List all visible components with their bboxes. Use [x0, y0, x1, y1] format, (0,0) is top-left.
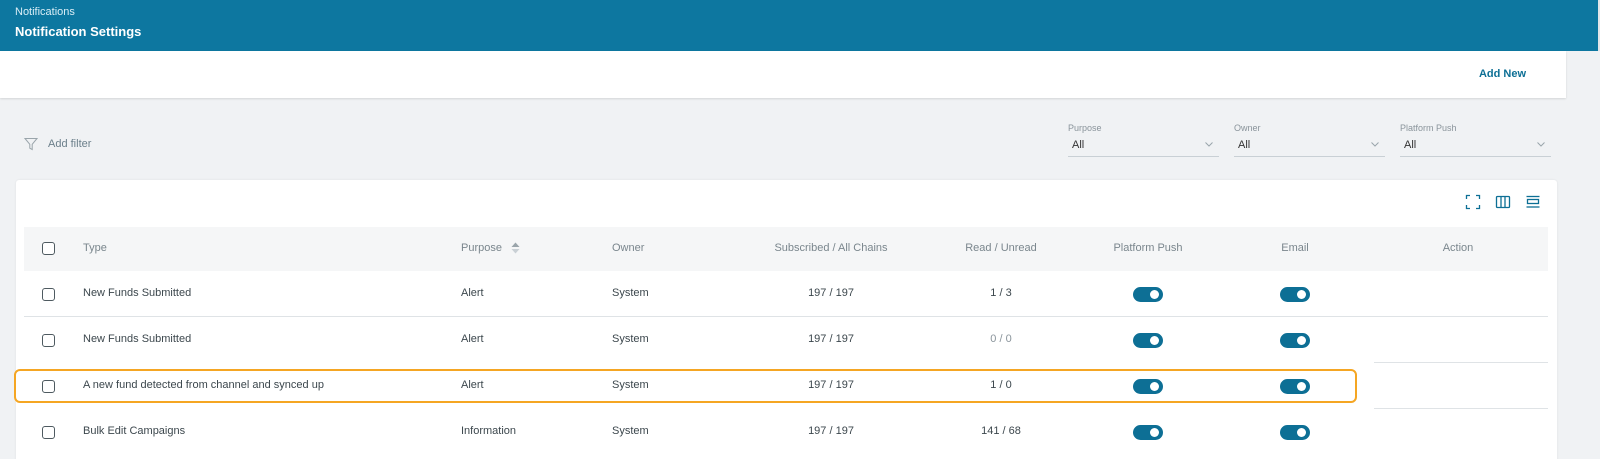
table-tools: [1465, 194, 1541, 210]
purpose-filter-selected: All: [1072, 139, 1085, 151]
row-type: A new fund detected from channel and syn…: [83, 379, 324, 391]
row-purpose: Alert: [461, 333, 484, 345]
column-header-read-unread[interactable]: Read / Unread: [965, 242, 1037, 254]
row-subscribed: 197 / 197: [808, 333, 854, 345]
add-filter-label: Add filter: [48, 138, 92, 150]
column-header-owner[interactable]: Owner: [612, 242, 644, 254]
platform-push-filter-dropdown[interactable]: Platform Push All: [1400, 123, 1551, 159]
page-title: Notification Settings: [15, 24, 142, 39]
column-header-purpose-label: Purpose: [461, 242, 502, 254]
email-toggle[interactable]: [1280, 379, 1310, 394]
row-checkbox[interactable]: [42, 334, 55, 347]
row-type: New Funds Submitted: [83, 287, 192, 299]
owner-filter-selected: All: [1238, 139, 1251, 151]
chevron-down-icon: [1371, 142, 1379, 147]
row-checkbox[interactable]: [42, 426, 55, 439]
page-toolbar: Add New: [0, 51, 1566, 98]
row-divider: [1374, 408, 1548, 409]
row-purpose: Alert: [461, 287, 484, 299]
email-toggle[interactable]: [1280, 425, 1310, 440]
platform-push-toggle[interactable]: [1133, 425, 1163, 440]
column-header-action: Action: [1442, 242, 1474, 254]
table-header: Type Purpose Owner Subscribed / All Chai…: [24, 227, 1548, 271]
row-read-unread: 1 / 3: [990, 287, 1012, 299]
platform-push-toggle[interactable]: [1133, 333, 1163, 348]
chevron-down-icon: [1537, 142, 1545, 147]
select-all-checkbox[interactable]: [42, 242, 55, 255]
platform-push-filter-label: Platform Push: [1400, 123, 1457, 133]
table-row[interactable]: A new fund detected from channel and syn…: [24, 363, 1548, 409]
app-header: Notifications Notification Settings: [0, 0, 1600, 51]
notifications-table-card: Type Purpose Owner Subscribed / All Chai…: [16, 180, 1557, 459]
add-new-button[interactable]: Add New: [1479, 68, 1526, 80]
columns-icon[interactable]: [1495, 194, 1511, 210]
owner-filter-dropdown[interactable]: Owner All: [1234, 123, 1385, 159]
row-type: New Funds Submitted: [83, 333, 192, 345]
row-purpose: Information: [461, 425, 517, 437]
column-header-type[interactable]: Type: [83, 242, 107, 254]
owner-filter-label: Owner: [1234, 123, 1261, 133]
platform-push-filter-selected: All: [1404, 139, 1417, 151]
email-toggle[interactable]: [1280, 287, 1310, 302]
row-read-unread: 141 / 68: [981, 425, 1021, 437]
row-subscribed: 197 / 197: [808, 287, 854, 299]
row-subscribed: 197 / 197: [808, 425, 854, 437]
platform-push-filter-value[interactable]: All: [1400, 139, 1551, 157]
email-toggle[interactable]: [1280, 333, 1310, 348]
row-checkbox[interactable]: [42, 380, 55, 393]
row-purpose: Alert: [461, 379, 484, 391]
row-owner: System: [612, 425, 649, 437]
column-header-purpose[interactable]: Purpose: [461, 242, 520, 254]
purpose-filter-value[interactable]: All: [1068, 139, 1219, 157]
filter-bar: Add filter Purpose All Owner All Platfor…: [0, 110, 1566, 165]
table-row[interactable]: Bulk Edit Campaigns Information System 1…: [24, 409, 1548, 455]
row-owner: System: [612, 287, 649, 299]
filter-icon: [24, 138, 38, 151]
purpose-filter-label: Purpose: [1068, 123, 1102, 133]
platform-push-toggle[interactable]: [1133, 379, 1163, 394]
row-read-unread: 0 / 0: [990, 333, 1012, 345]
sort-icon[interactable]: [511, 242, 520, 254]
row-owner: System: [612, 333, 649, 345]
column-header-platform-push[interactable]: Platform Push: [1113, 242, 1182, 254]
table-row[interactable]: New Funds Submitted Alert System 197 / 1…: [24, 317, 1548, 363]
row-owner: System: [612, 379, 649, 391]
platform-push-toggle[interactable]: [1133, 287, 1163, 302]
row-subscribed: 197 / 197: [808, 379, 854, 391]
row-divider: [1374, 362, 1548, 363]
column-header-email[interactable]: Email: [1281, 242, 1309, 254]
add-filter-button[interactable]: Add filter: [24, 137, 91, 151]
column-header-subscribed[interactable]: Subscribed / All Chains: [774, 242, 887, 254]
row-checkbox[interactable]: [42, 288, 55, 301]
density-icon[interactable]: [1525, 194, 1541, 210]
chevron-down-icon: [1205, 142, 1213, 147]
table-row[interactable]: New Funds Submitted Alert System 197 / 1…: [24, 271, 1548, 317]
breadcrumb[interactable]: Notifications: [15, 6, 75, 18]
row-read-unread: 1 / 0: [990, 379, 1012, 391]
fullscreen-icon[interactable]: [1465, 194, 1481, 210]
purpose-filter-dropdown[interactable]: Purpose All: [1068, 123, 1219, 159]
row-type: Bulk Edit Campaigns: [83, 425, 186, 437]
owner-filter-value[interactable]: All: [1234, 139, 1385, 157]
